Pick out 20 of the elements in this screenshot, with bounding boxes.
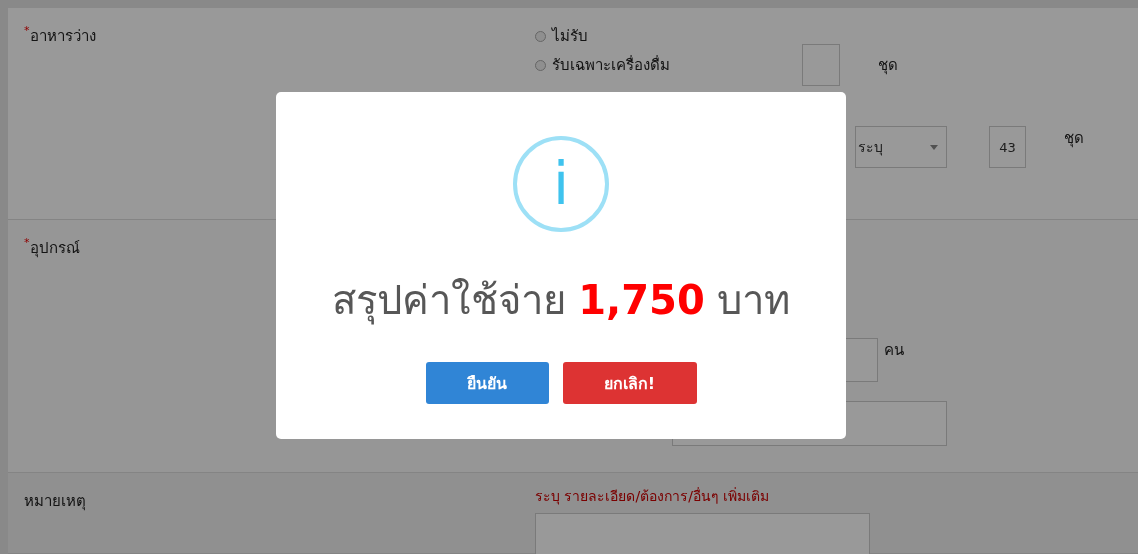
unit-label: ชุด: [878, 55, 898, 77]
caret-icon: [930, 144, 938, 150]
info-icon: i: [513, 136, 609, 232]
unit-label: ชุด: [1064, 128, 1084, 150]
select-field[interactable]: ระบุ: [855, 126, 947, 168]
radio-button[interactable]: [535, 59, 546, 71]
hint-text: ระบุ รายละเอียด/ต้องการ/อื่นๆ เพิ่มเติม: [535, 486, 771, 507]
option-label: ไม่รับ: [552, 26, 588, 47]
field-label: *อุปกรณ์: [24, 235, 81, 260]
radio-button[interactable]: [535, 30, 546, 42]
option-label: รับเฉพาะเครื่องดื่ม: [552, 54, 670, 76]
cancel-button[interactable]: ยกเลิก!: [562, 362, 697, 404]
field-label: หมายเหตุ: [24, 491, 87, 513]
note-textarea[interactable]: [535, 513, 870, 554]
confirm-button[interactable]: ยืนยัน: [425, 362, 549, 404]
field-label: *อาหารว่าง: [24, 23, 97, 47]
unit-label: คน: [884, 340, 904, 361]
dialog-title: สรุปค่าใช้จ่าย 1,750 บาท: [331, 276, 791, 327]
count-field[interactable]: 43: [989, 126, 1026, 168]
quantity-field[interactable]: [802, 44, 840, 86]
